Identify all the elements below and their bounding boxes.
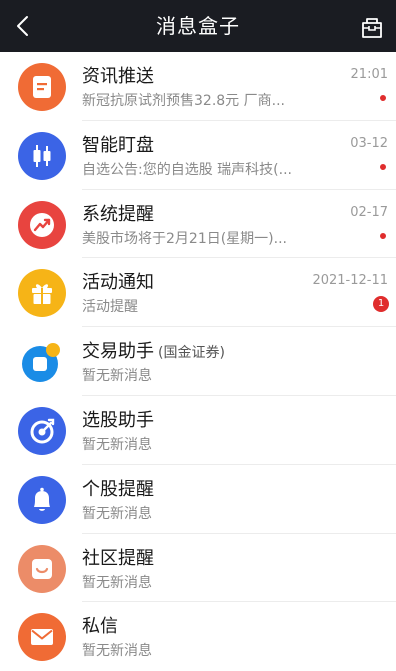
row-preview: 暂无新消息 [82,643,152,660]
row-preview: 暂无新消息 [82,574,152,591]
message-row-event-notice[interactable]: 活动通知 活动提醒 2021-12-11 1 [0,258,396,328]
header-bar: 消息盒子 [0,0,396,52]
page-title: 消息盒子 [156,14,240,38]
row-title: 系统提醒 [82,203,154,225]
message-box-icon[interactable] [358,13,386,41]
broker-logo-icon [18,338,66,386]
row-preview: 暂无新消息 [82,436,152,453]
bell-icon [18,475,66,524]
trend-up-icon [18,200,66,249]
row-title: 活动通知 [82,272,154,294]
target-icon [18,406,66,455]
row-title: 交易助手 (国金证券) [82,341,225,363]
row-preview: 自选公告:您的自选股 瑞声科技(... [82,161,292,178]
message-list: 资讯推送 新冠抗原试剂预售32.8元 厂商... 21:01 智能盯盘 自选公告… [0,52,396,671]
row-time: 21:01 [350,67,388,82]
row-title: 个股提醒 [82,478,154,500]
row-preview: 暂无新消息 [82,368,152,385]
row-time: 03-12 [350,135,388,151]
row-title: 选股助手 [82,409,154,431]
unread-dot [380,95,386,101]
row-title: 资讯推送 [82,66,154,87]
row-preview: 暂无新消息 [82,505,152,522]
row-title: 私信 [82,616,118,638]
row-preview: 活动提醒 [82,299,138,316]
row-time: 02-17 [350,204,388,220]
message-row-stock-alert[interactable]: 个股提醒 暂无新消息 [0,465,396,534]
row-title: 智能盯盘 [82,134,154,156]
message-row-trade-assistant[interactable]: 交易助手 (国金证券) 暂无新消息 [0,327,396,396]
smile-bag-icon [18,544,66,593]
message-row-smart-watch[interactable]: 智能盯盘 自选公告:您的自选股 瑞声科技(... 03-12 [0,121,396,190]
unread-count-badge: 1 [373,296,389,313]
message-row-news-push[interactable]: 资讯推送 新冠抗原试剂预售32.8元 厂商... 21:01 [0,52,396,121]
broker-name: (国金证券) [158,345,225,362]
gift-icon [18,269,66,318]
message-row-community-alert[interactable]: 社区提醒 暂无新消息 [0,534,396,603]
unread-dot [380,163,386,170]
message-row-private-message[interactable]: 私信 暂无新消息 [0,602,396,671]
row-preview: 新冠抗原试剂预售32.8元 厂商... [82,93,285,109]
news-doc-icon [18,63,66,111]
row-time: 2021-12-11 [312,273,388,289]
message-row-stock-picker[interactable]: 选股助手 暂无新消息 [0,396,396,465]
row-preview: 美股市场将于2月21日(星期一)... [82,230,287,247]
row-title: 社区提醒 [82,547,154,569]
message-row-system-reminder[interactable]: 系统提醒 美股市场将于2月21日(星期一)... 02-17 [0,190,396,259]
unread-dot [380,232,386,239]
mail-icon [18,613,66,662]
candlestick-icon [18,131,66,180]
